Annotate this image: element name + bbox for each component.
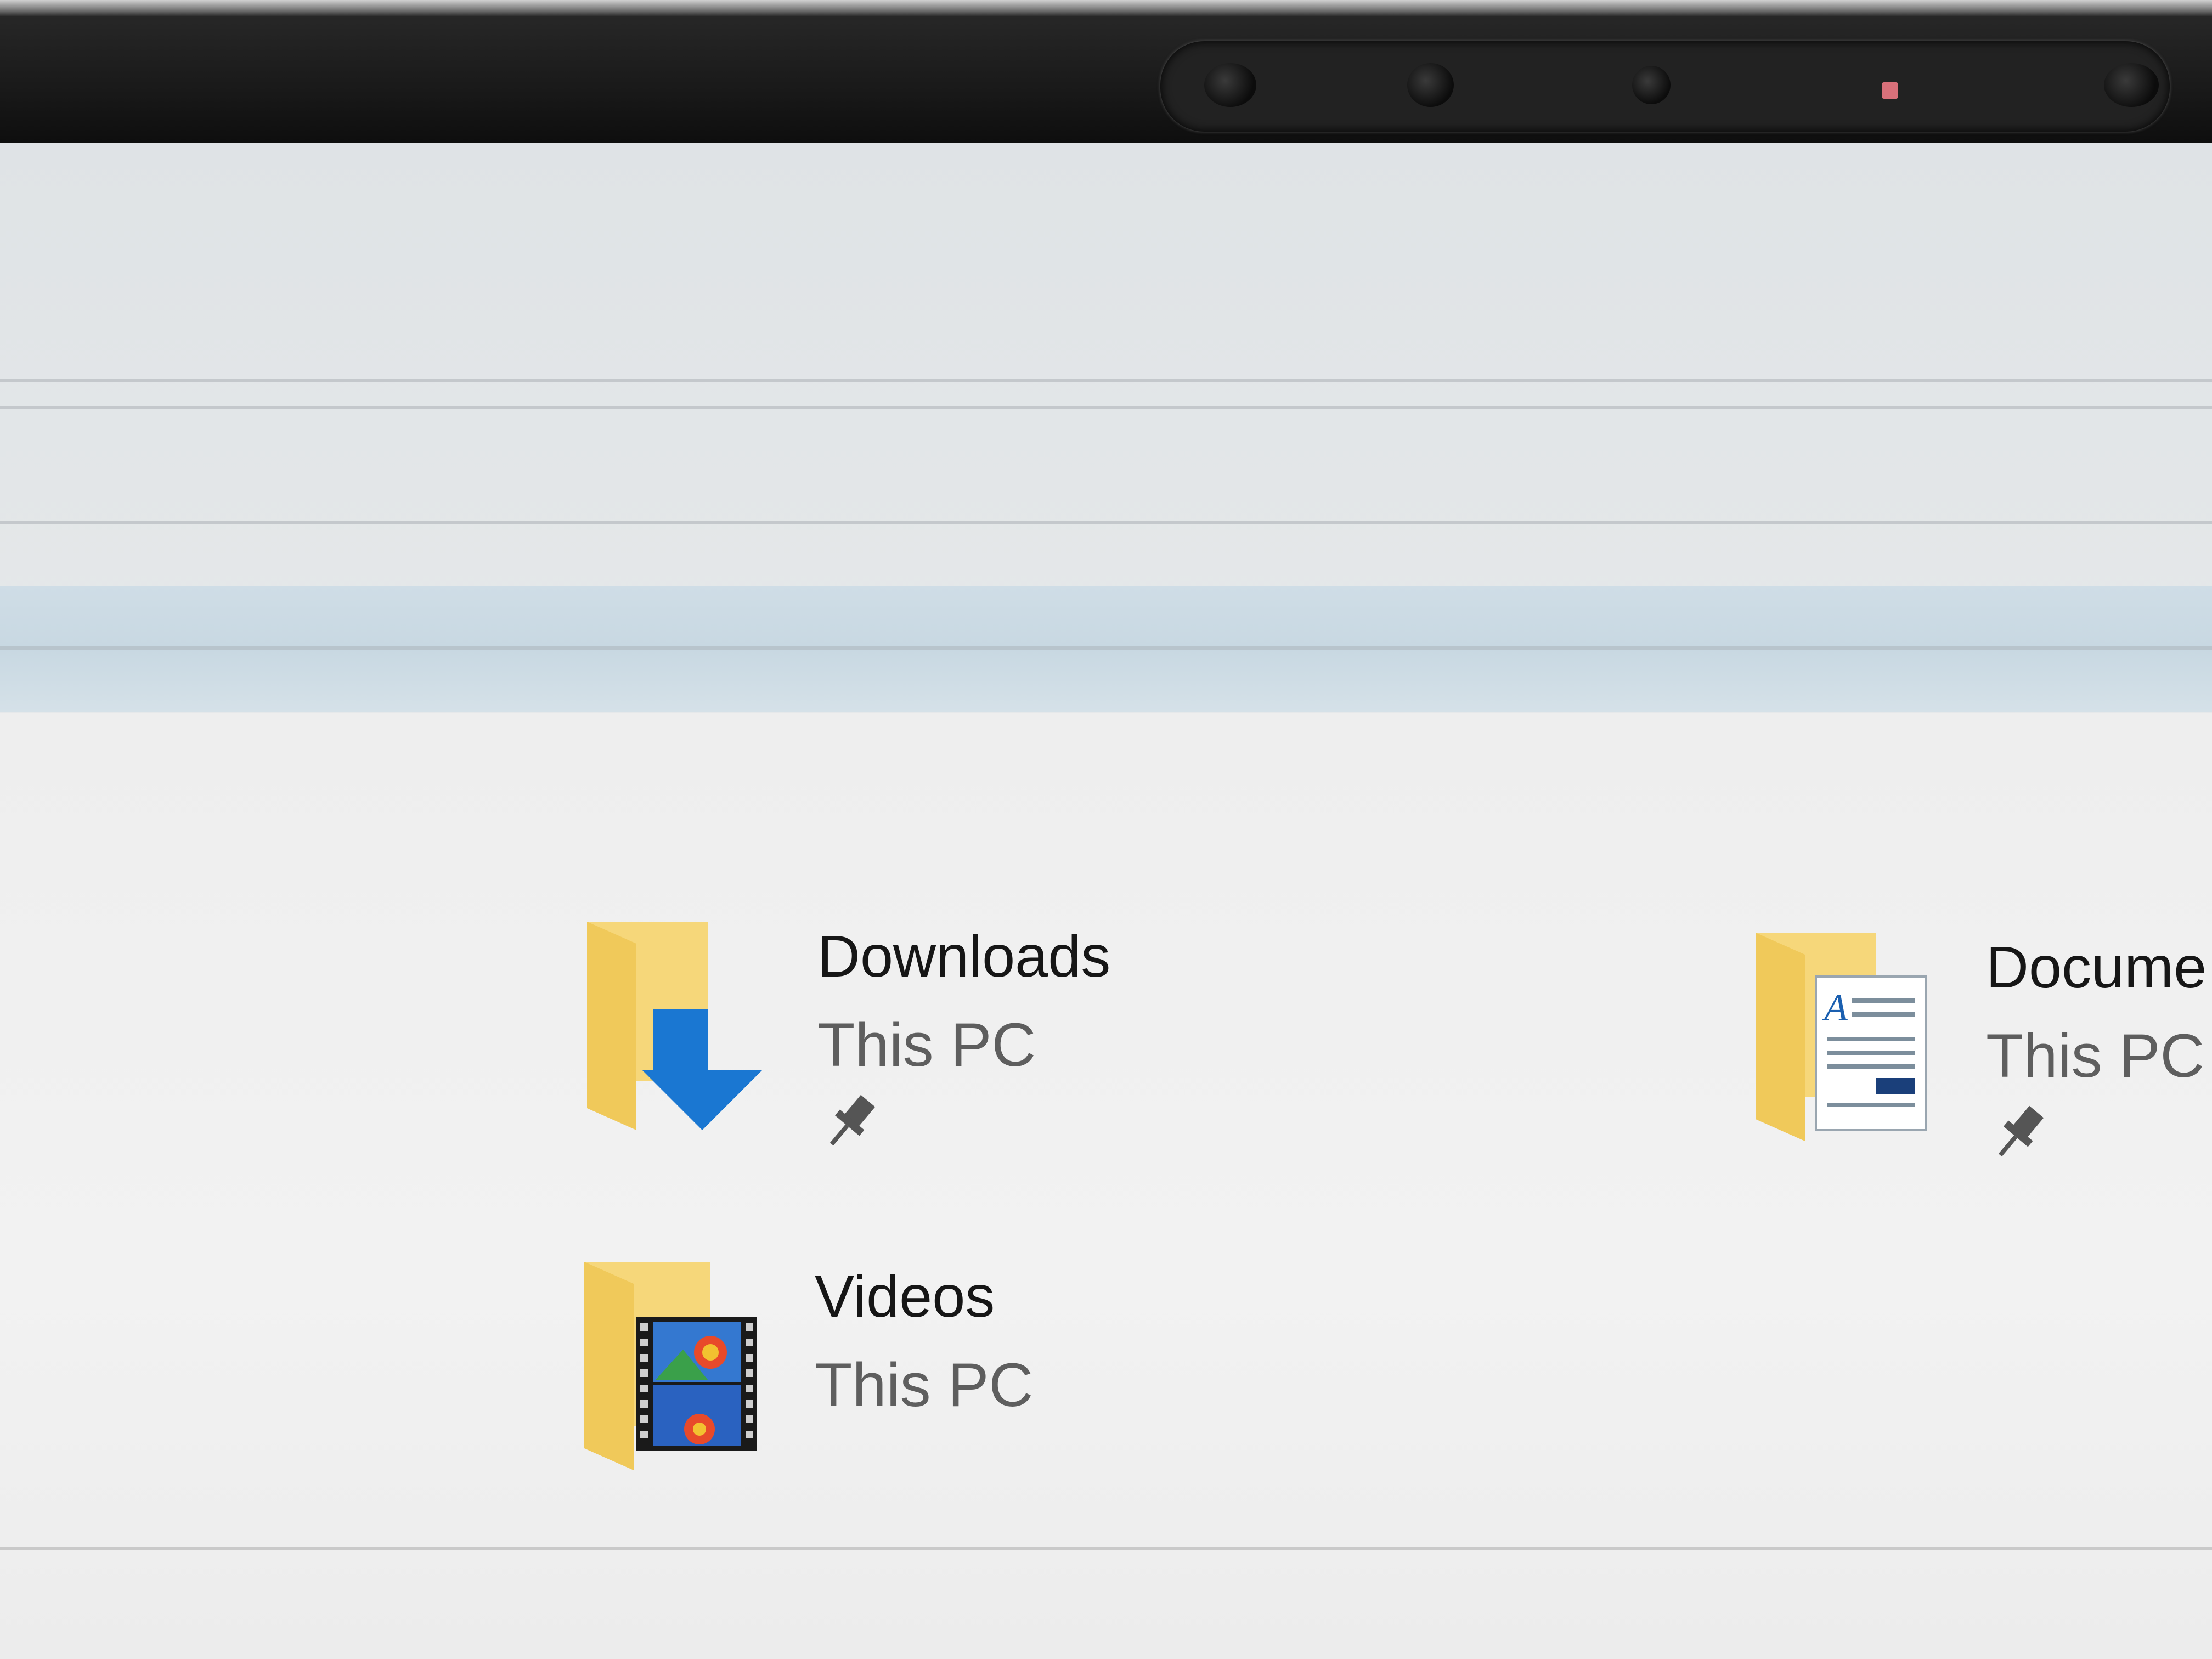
item-location: This PC bbox=[1986, 1022, 2205, 1090]
pin-icon[interactable] bbox=[820, 1092, 881, 1152]
downloads-folder-icon bbox=[587, 922, 763, 1130]
item-name: Docume bbox=[1986, 934, 2207, 1000]
webcam-housing bbox=[1160, 41, 2170, 132]
item-name: Videos bbox=[815, 1263, 995, 1329]
section-divider bbox=[0, 646, 2212, 650]
ir-sensor-icon bbox=[1632, 66, 1671, 104]
camera-lens-icon bbox=[1407, 63, 1454, 107]
monitor-bezel bbox=[0, 0, 2212, 143]
file-explorer-window: Downloads This PC A Docume This PC Video… bbox=[0, 143, 2212, 1659]
camera-sensor-icon bbox=[1204, 63, 1256, 107]
toolbar-divider bbox=[0, 521, 2212, 524]
section-header-band bbox=[0, 586, 2212, 712]
microphone-icon bbox=[2104, 63, 2159, 107]
svg-text:A: A bbox=[1822, 987, 1848, 1029]
documents-folder-icon: A bbox=[1756, 933, 1927, 1141]
pin-icon[interactable] bbox=[1989, 1103, 2049, 1163]
item-location: This PC bbox=[817, 1011, 1036, 1079]
camera-led-indicator bbox=[1882, 82, 1898, 99]
videos-folder-icon bbox=[584, 1262, 757, 1470]
ribbon-divider bbox=[0, 406, 2212, 409]
quick-access-pane[interactable]: Downloads This PC A Docume This PC Video… bbox=[0, 713, 2212, 1659]
item-name: Downloads bbox=[817, 923, 1111, 989]
item-location: This PC bbox=[815, 1351, 1034, 1419]
bezel-edge bbox=[0, 0, 2212, 16]
group-divider bbox=[0, 1547, 2212, 1550]
ribbon-divider bbox=[0, 379, 2212, 382]
